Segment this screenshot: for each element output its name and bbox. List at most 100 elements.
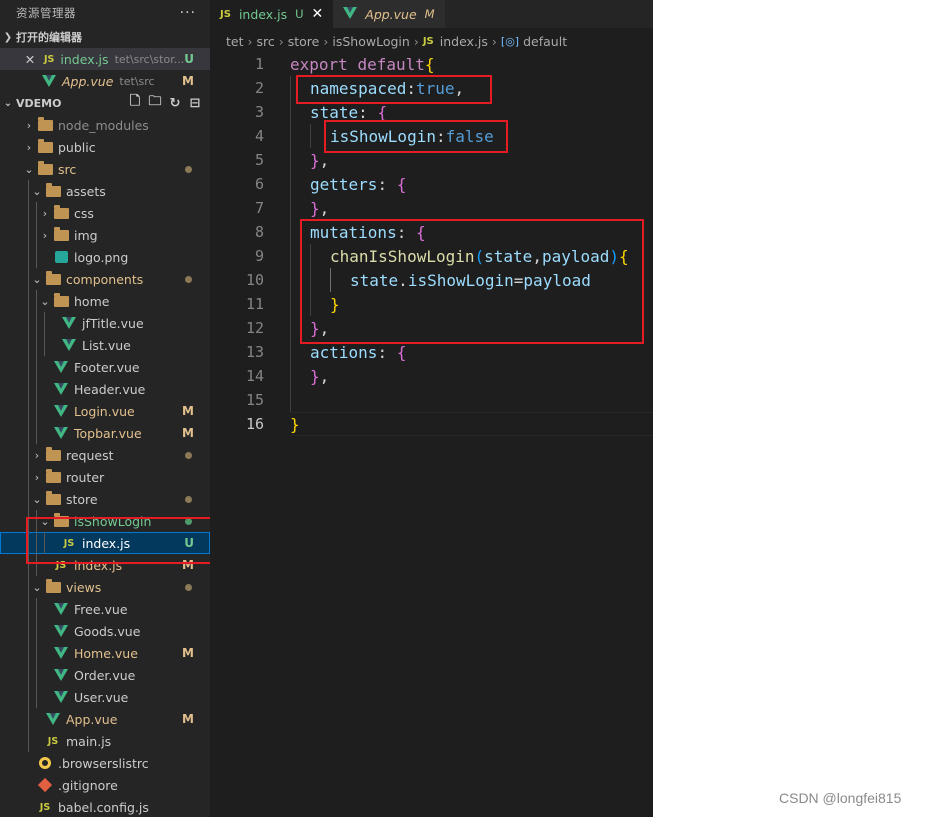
tree-item-label: Login.vue [74,403,135,419]
tree-item-label: index.js [82,535,131,551]
breadcrumb-item[interactable]: tet [226,34,244,49]
tree-item[interactable]: ⌄ isShowLogin [0,510,210,532]
breadcrumb-item[interactable]: src [257,34,275,49]
tree-item[interactable]: ⌄ src [0,158,210,180]
js-icon: JS [44,53,55,65]
tree-item[interactable]: › img [0,224,210,246]
tree-item[interactable]: JS index.js M [0,554,210,576]
chevron-right-icon[interactable]: › [30,471,44,484]
tree-item[interactable]: › node_modules [0,114,210,136]
chevron-right-icon[interactable]: › [38,207,52,220]
tree-item[interactable]: ⌄ components [0,268,210,290]
tree-item[interactable]: .browserslistrc [0,752,210,774]
code-line: 8 mutations: { [210,220,653,244]
line-number: 9 [254,247,264,265]
code-text: getters: { [310,174,407,194]
chevron-down-icon[interactable]: ⌄ [30,273,44,286]
tree-item[interactable]: JS babel.config.js [0,796,210,817]
tree-item[interactable]: Header.vue [0,378,210,400]
line-number: 3 [254,103,264,121]
tree-item-label: img [74,227,98,243]
chevron-down-icon[interactable]: ⌄ [30,185,44,198]
tree-item[interactable]: logo.png [0,246,210,268]
open-editor-path: tet\src\stor... [114,52,185,66]
workspace-section[interactable]: ⌄ VDEMO 🗋 🗀 ↻ ⊟ [0,92,210,114]
folder-icon [44,182,62,199]
tree-item[interactable]: › request [0,444,210,466]
chevron-down-icon[interactable]: ⌄ [38,515,52,528]
open-editor-item[interactable]: ✕ JS index.js tet\src\stor... U [0,48,210,70]
tab-app-vue[interactable]: App.vue M [333,0,445,28]
tree-item[interactable]: App.vue M [0,708,210,730]
breadcrumb-item[interactable]: default [523,34,567,49]
tree-item[interactable]: ⌄ store [0,488,210,510]
code-text: }, [310,318,330,338]
line-number: 5 [254,151,264,169]
close-icon[interactable]: ✕ [22,52,38,67]
code-line: 6 getters: { [210,172,653,196]
tab-label: index.js [238,6,288,22]
tree-item[interactable]: ⌄ views [0,576,210,598]
chevron-down-icon[interactable]: ⌄ [30,493,44,506]
tree-item[interactable]: › css [0,202,210,224]
tree-item[interactable]: JS main.js [0,730,210,752]
chevron-right-icon[interactable]: › [38,229,52,242]
new-folder-icon[interactable]: 🗀 [148,94,162,110]
code-text: namespaced:true, [310,78,465,98]
open-editors-label: 打开的编辑器 [16,31,82,44]
tree-item-label: jfTitle.vue [82,315,144,331]
git-icon [36,777,54,793]
ellipsis-icon[interactable]: ··· [180,5,196,21]
chevron-right-icon: › [323,33,329,49]
new-file-icon[interactable]: 🗋 [128,94,142,110]
tree-item[interactable]: ⌄ assets [0,180,210,202]
tree-item[interactable]: Goods.vue [0,620,210,642]
tree-item[interactable]: Topbar.vue M [0,422,210,444]
close-icon[interactable]: ✕ [312,6,324,22]
tree-item[interactable]: › router [0,466,210,488]
vue-icon [52,623,70,639]
breadcrumb-item[interactable]: index.js [440,34,488,49]
chevron-right-icon[interactable]: › [22,141,36,154]
chevron-down-icon[interactable]: ⌄ [38,295,52,308]
code-line: 1 export default{ [210,52,653,76]
chevron-right-icon[interactable]: › [22,119,36,132]
line-number: 12 [245,319,264,337]
tree-item[interactable]: › public [0,136,210,158]
tree-item[interactable]: Free.vue [0,598,210,620]
tree-item[interactable]: JS index.js U [0,532,210,554]
chevron-down-icon[interactable]: ⌄ [30,581,44,594]
open-editors-section[interactable]: ❯ 打开的编辑器 [0,26,210,48]
line-number: 2 [254,79,264,97]
code-line: 16 } [210,412,653,436]
refresh-icon[interactable]: ↻ [168,96,182,111]
code-line: 14 }, [210,364,653,388]
chevron-right-icon[interactable]: › [30,449,44,462]
collapse-all-icon[interactable]: ⊟ [188,96,202,111]
tree-item[interactable]: ⌄ home [0,290,210,312]
code-area[interactable]: 1 export default{ 2 namespaced:true, 3 s… [210,52,653,436]
chevron-right-icon: › [491,33,497,49]
tree-item[interactable]: Home.vue M [0,642,210,664]
tree-item[interactable]: User.vue [0,686,210,708]
tab-index-js[interactable]: JS index.js U ✕ [210,0,334,28]
tree-item[interactable]: Login.vue M [0,400,210,422]
tree-item[interactable]: Order.vue [0,664,210,686]
folder-icon [52,512,70,529]
tree-item[interactable]: List.vue [0,334,210,356]
open-editor-item[interactable]: ✕ App.vue tet\src M [0,70,210,92]
breadcrumb-item[interactable]: store [288,34,320,49]
code-text: } [290,414,300,434]
code-text: }, [310,150,330,170]
line-number: 13 [245,343,264,361]
tree-item[interactable]: .gitignore [0,774,210,796]
breadcrumb-item[interactable]: isShowLogin [332,34,409,49]
config-icon [36,755,54,771]
tree-item-label: assets [66,183,106,199]
chevron-down-icon[interactable]: ⌄ [22,163,36,176]
tree-item[interactable]: Footer.vue [0,356,210,378]
tree-item-label: User.vue [74,689,129,705]
git-status-badge: M [182,558,194,572]
code-line: 15 [210,388,653,412]
tree-item[interactable]: jfTitle.vue [0,312,210,334]
